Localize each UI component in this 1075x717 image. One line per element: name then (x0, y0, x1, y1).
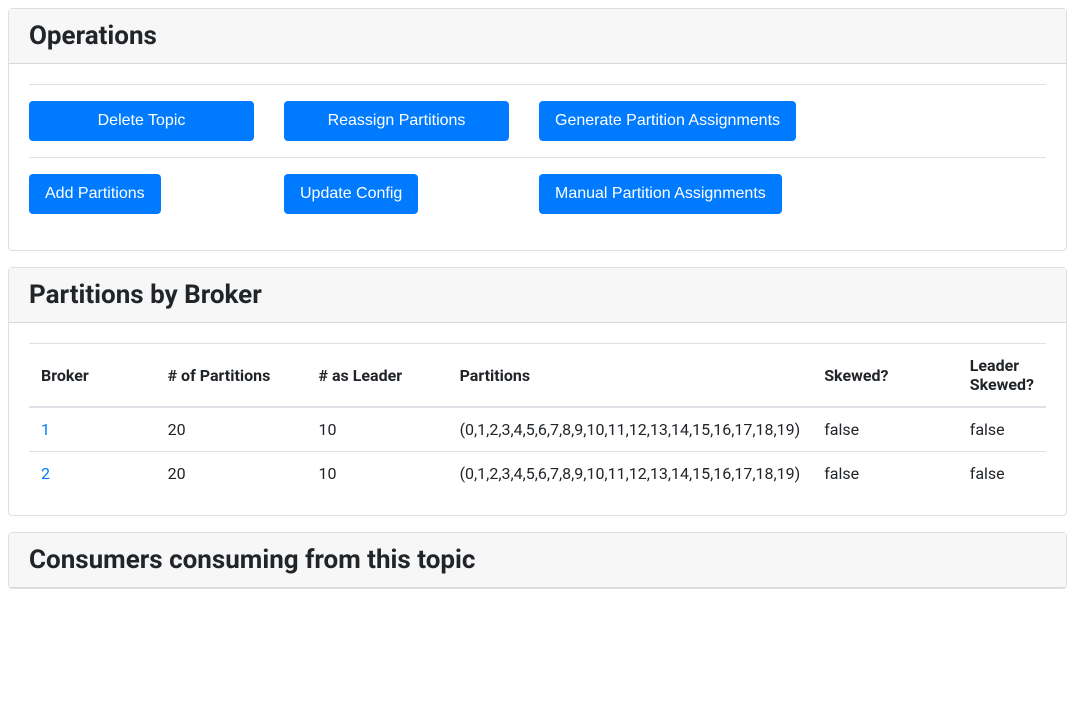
header-skewed: Skewed? (812, 344, 958, 408)
partitions-table: Broker # of Partitions # as Leader Parti… (29, 343, 1046, 495)
cell-as-leader: 10 (307, 407, 448, 452)
generate-partition-assignments-button[interactable]: Generate Partition Assignments (539, 101, 796, 141)
header-partitions: Partitions (448, 344, 813, 408)
broker-link[interactable]: 1 (41, 420, 50, 439)
cell-as-leader: 10 (307, 452, 448, 496)
partitions-by-broker-card: Partitions by Broker Broker # of Partiti… (8, 267, 1067, 516)
operations-card: Operations Delete Topic Reassign Partiti… (8, 8, 1067, 251)
partitions-by-broker-header: Partitions by Broker (9, 268, 1066, 323)
operations-body: Delete Topic Reassign Partitions Generat… (9, 64, 1066, 250)
consumers-header: Consumers consuming from this topic (9, 533, 1066, 588)
table-header-row: Broker # of Partitions # as Leader Parti… (29, 344, 1046, 408)
cell-leader-skewed: false (958, 452, 1046, 496)
cell-num-partitions: 20 (156, 407, 307, 452)
consumers-title: Consumers consuming from this topic (29, 545, 1046, 575)
cell-partitions: (0,1,2,3,4,5,6,7,8,9,10,11,12,13,14,15,1… (448, 407, 813, 452)
cell-skewed: false (812, 452, 958, 496)
header-leader-skewed: Leader Skewed? (958, 344, 1046, 408)
operations-row-1: Delete Topic Reassign Partitions Generat… (29, 84, 1046, 157)
cell-num-partitions: 20 (156, 452, 307, 496)
header-as-leader: # as Leader (307, 344, 448, 408)
operations-row-2: Add Partitions Update Config Manual Part… (29, 157, 1046, 230)
table-row: 1 20 10 (0,1,2,3,4,5,6,7,8,9,10,11,12,13… (29, 407, 1046, 452)
add-partitions-button[interactable]: Add Partitions (29, 174, 161, 214)
header-broker: Broker (29, 344, 156, 408)
partitions-by-broker-title: Partitions by Broker (29, 280, 1046, 310)
operations-header: Operations (9, 9, 1066, 64)
manual-partition-assignments-button[interactable]: Manual Partition Assignments (539, 174, 782, 214)
operations-title: Operations (29, 21, 1046, 51)
update-config-button[interactable]: Update Config (284, 174, 418, 214)
delete-topic-button[interactable]: Delete Topic (29, 101, 254, 141)
reassign-partitions-button[interactable]: Reassign Partitions (284, 101, 509, 141)
partitions-by-broker-body: Broker # of Partitions # as Leader Parti… (9, 323, 1066, 515)
cell-skewed: false (812, 407, 958, 452)
cell-partitions: (0,1,2,3,4,5,6,7,8,9,10,11,12,13,14,15,1… (448, 452, 813, 496)
broker-link[interactable]: 2 (41, 464, 50, 483)
consumers-card: Consumers consuming from this topic (8, 532, 1067, 589)
cell-leader-skewed: false (958, 407, 1046, 452)
header-num-partitions: # of Partitions (156, 344, 307, 408)
table-row: 2 20 10 (0,1,2,3,4,5,6,7,8,9,10,11,12,13… (29, 452, 1046, 496)
